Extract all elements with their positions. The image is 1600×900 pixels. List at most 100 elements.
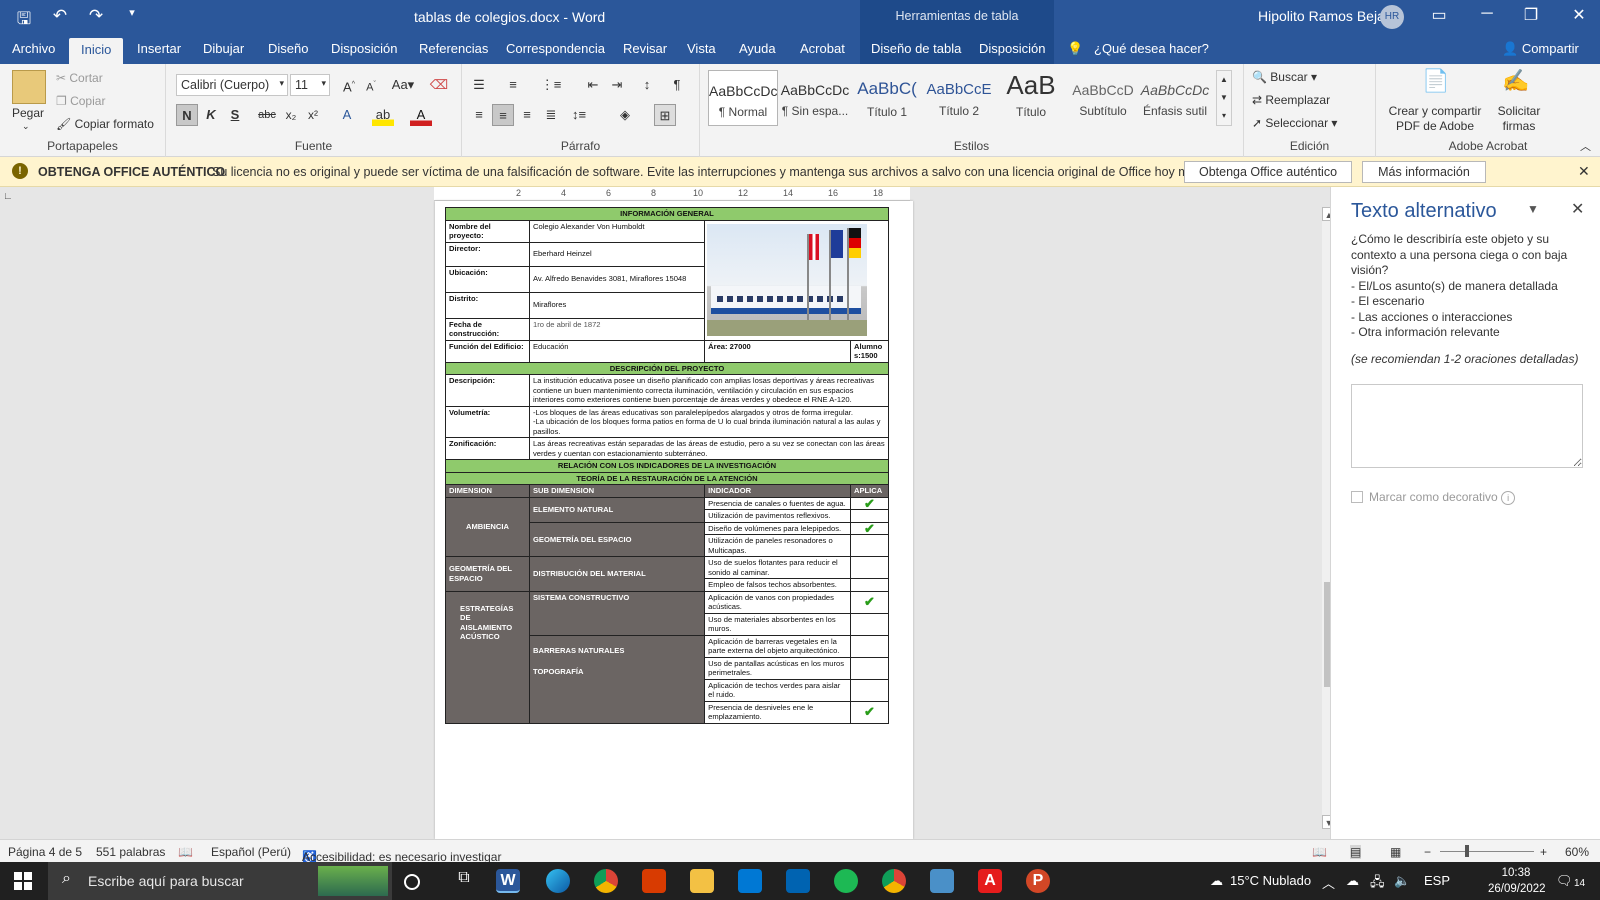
indicator-cell[interactable]: Aplicación de techos verdes para aislar … [704,678,851,702]
autocad-icon[interactable]: A [978,869,1002,893]
row-value[interactable]: Eberhard Heinzel [528,241,706,267]
area-value[interactable]: Área: 27000 [704,339,851,363]
shading-icon[interactable]: ◈ [614,104,636,126]
alt-text-input[interactable] [1351,384,1583,468]
school-info-table[interactable]: INFORMACIÓN GENERAL Nombre del proyecto:… [445,207,890,724]
grow-font-icon[interactable]: A^ [338,74,360,96]
onedrive-icon[interactable]: ☁ [1346,873,1359,889]
subdimension-cell[interactable]: SISTEMA CONSTRUCTIVO [528,590,706,636]
zoom-slider-thumb[interactable] [1465,845,1469,857]
italic-button[interactable]: K [200,104,222,126]
bold-button[interactable]: N [176,104,198,126]
close-icon[interactable]: ✕ [1571,199,1584,219]
checkbox-icon[interactable] [1351,491,1363,503]
increase-indent-icon[interactable]: ⇥ [606,74,628,96]
chrome-profile-icon[interactable] [882,869,906,893]
restore-icon[interactable]: ❐ [1520,5,1542,25]
windows-start-icon[interactable] [14,872,32,890]
office-icon[interactable] [642,869,666,893]
row-value[interactable]: Av. Alfredo Benavides 3081, Miraflores 1… [528,265,706,293]
user-name[interactable]: Hipolito Ramos Bejar [1258,8,1390,24]
mail-icon[interactable] [738,869,762,893]
photos-icon[interactable] [930,869,954,893]
cortana-icon[interactable] [404,874,420,890]
volumetry-value[interactable]: -Los bloques de las áreas educativas son… [528,405,890,438]
undo-icon[interactable]: ↶ [50,6,70,35]
dimension-cell[interactable]: ESTRATEGÍAS DE AISLAMIENTO ACÚSTICO [445,590,530,724]
find-button[interactable]: 🔍 Buscar ▾ [1252,70,1317,84]
edge-icon[interactable] [546,869,570,893]
row-value[interactable]: Colegio Alexander Von Humboldt [528,219,706,243]
underline-button[interactable]: S [224,104,246,126]
borders-icon[interactable]: ⊞ [654,104,676,126]
tab-disposicion[interactable]: Disposición [331,41,397,56]
tab-disposicion-tabla[interactable]: Disposición [979,41,1045,56]
network-icon[interactable]: 🖧 [1370,873,1385,895]
justify-icon[interactable]: ≣ [540,104,562,126]
tab-acrobat[interactable]: Acrobat [800,41,845,56]
clipboard-icon[interactable] [12,70,46,104]
tab-diseno[interactable]: Diseño [268,41,308,56]
sort-icon[interactable]: ↕ [636,74,658,96]
close-window-icon[interactable]: ✕ [1568,5,1590,25]
subscript-button[interactable]: x₂ [280,104,302,126]
avatar[interactable]: HR [1380,5,1404,29]
description-value[interactable]: La institución educativa posee un diseño… [528,374,890,407]
photo-cell[interactable] [704,219,889,341]
page-count[interactable]: Página 4 de 5 [8,845,82,859]
align-left-icon[interactable]: ≡ [468,104,490,126]
indicator-cell[interactable]: Empleo de falsos techos absorbentes. [704,578,851,592]
subdimension-cell[interactable]: BARRERAS NATURALES TOPOGRAFÍA [528,634,706,724]
font-size-select[interactable]: 11 ▾ [290,74,330,96]
info-icon[interactable]: i [1501,491,1516,505]
row-value[interactable]: Miraflores [528,291,706,319]
indicator-cell[interactable]: Uso de suelos flotantes para reducir el … [704,556,851,579]
save-icon[interactable]: 🖫 [14,6,34,35]
style-subtitle[interactable]: AaBbCcD Subtítulo [1068,70,1138,126]
web-layout-icon[interactable]: ▦ [1390,845,1401,859]
style-no-spacing[interactable]: AaBbCcDc ¶ Sin espa... [780,70,850,126]
tell-me-search[interactable]: ¿Qué desea hacer? [1094,41,1209,56]
zoom-out-icon[interactable]: − [1424,845,1431,859]
get-office-button[interactable]: Obtenga Office auténtico [1184,161,1352,183]
font-name-select[interactable]: Calibri (Cuerpo) ▾ [176,74,288,96]
line-spacing-icon[interactable]: ↕≡ [568,104,590,126]
style-normal[interactable]: AaBbCcDc ¶ Normal [708,70,778,126]
align-center-icon[interactable]: ≡ [492,104,514,126]
multilevel-list-icon[interactable]: ⋮≡ [540,74,562,96]
horizontal-ruler[interactable]: 2 4 6 8 10 12 14 16 18 [434,187,910,201]
tab-ayuda[interactable]: Ayuda [739,41,776,56]
paste-button[interactable]: Pegar [12,106,44,120]
ribbon-display-icon[interactable]: ▭ [1428,5,1450,25]
file-explorer-icon[interactable] [690,869,714,893]
request-signatures-button[interactable]: Solicitar firmas [1484,104,1554,134]
share-button[interactable]: 👤 Compartir [1502,41,1579,57]
print-layout-icon[interactable]: ▤ [1350,845,1362,859]
format-painter-button[interactable]: 🖌 Copiar formato [56,117,154,131]
style-heading-2[interactable]: AaBbCcE Título 2 [924,70,994,126]
shrink-font-icon[interactable]: Aˇ [360,74,382,96]
style-subtle-emphasis[interactable]: AaBbCcDc Énfasis sutil [1140,70,1210,126]
chevron-down-icon[interactable]: ▼ [1527,202,1539,216]
indicator-cell[interactable]: Uso de pantallas acústicas en los muros … [704,656,851,680]
tab-vista[interactable]: Vista [687,41,716,56]
pilcrow-icon[interactable]: ¶ [666,74,688,96]
tab-referencias[interactable]: Referencias [419,41,488,56]
strikethrough-button[interactable]: abc [256,104,278,126]
notifications-icon[interactable]: 🗨 [1556,873,1573,889]
chrome-icon[interactable] [594,869,618,893]
numbering-icon[interactable]: ≡ [502,74,524,96]
align-right-icon[interactable]: ≡ [516,104,538,126]
powerpoint-icon[interactable]: P [1026,869,1050,893]
tab-inicio[interactable]: Inicio [69,38,124,64]
function-value[interactable]: Educación [528,339,706,363]
row-value[interactable]: 1ro de abril de 1872 [528,317,706,341]
tab-correspondencia[interactable]: Correspondencia [506,41,605,56]
tab-selector[interactable]: ∟ [3,191,13,202]
chevron-down-icon[interactable]: ⌄ [22,121,30,132]
store-icon[interactable] [786,869,810,893]
font-color-icon[interactable]: A [410,104,432,126]
zoning-value[interactable]: Las áreas recreativas están separadas de… [528,437,890,460]
read-mode-icon[interactable]: 📖 [1312,845,1327,859]
school-photo[interactable] [707,224,868,336]
